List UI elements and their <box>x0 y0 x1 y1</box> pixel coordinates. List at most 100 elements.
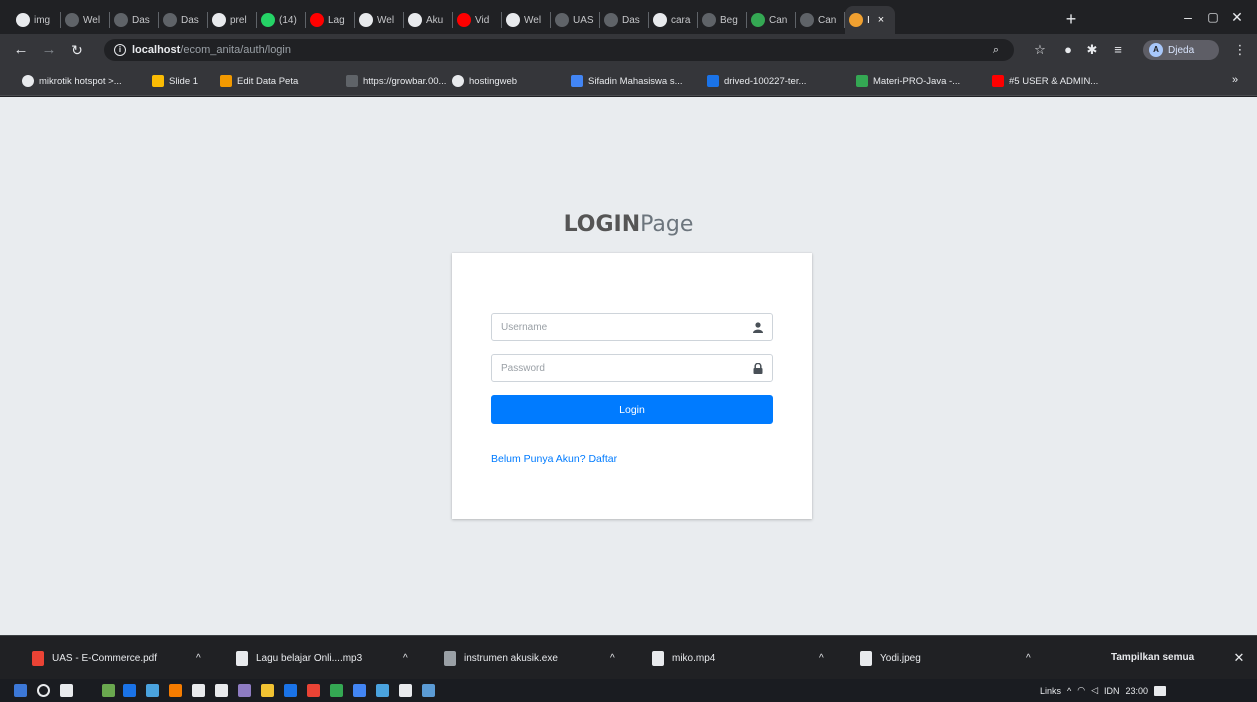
browser-tab[interactable]: prel <box>208 6 257 34</box>
taskbar-app-icon[interactable] <box>192 684 205 697</box>
volume-icon[interactable]: ◁ <box>1091 685 1098 696</box>
taskbar-app-icon[interactable] <box>261 684 274 697</box>
page-title-light: Page <box>640 212 694 237</box>
browser-tab[interactable]: Wel <box>502 6 551 34</box>
bookmark-item[interactable]: #5 USER & ADMIN... <box>992 74 1098 88</box>
forward-arrow-icon[interactable]: → <box>38 39 60 61</box>
taskbar-app-icon[interactable] <box>238 684 251 697</box>
bookmark-item[interactable]: Slide 1 <box>152 74 198 88</box>
page-content: LOGINPage Login Belum Punya Akun? Daftar <box>0 97 1257 635</box>
taskbar-app-icon[interactable] <box>169 684 182 697</box>
bookmarks-overflow-button[interactable]: » <box>1232 74 1238 86</box>
profile-button[interactable]: A Djeda <box>1143 40 1219 60</box>
zoom-icon[interactable]: ⌕ <box>986 40 1006 60</box>
download-options-chevron-icon[interactable]: ^ <box>403 645 408 671</box>
close-window-button[interactable]: ✕ <box>1217 4 1257 30</box>
browser-tab[interactable]: Lag <box>306 6 355 34</box>
new-tab-button[interactable]: + <box>1060 8 1082 30</box>
browser-tab[interactable]: Wel <box>355 6 404 34</box>
taskbar-app-icon[interactable] <box>146 684 159 697</box>
bookmark-item[interactable]: drived-100227-ter... <box>707 74 806 88</box>
download-item[interactable]: Yodi.jpeg <box>860 645 921 671</box>
taskbar-app-icon[interactable] <box>376 684 389 697</box>
download-item[interactable]: miko.mp4 <box>652 645 715 671</box>
taskbar-app-icon[interactable] <box>284 684 297 697</box>
taskbar-app-icon[interactable] <box>307 684 320 697</box>
menu-kebab-icon[interactable]: ⋮ <box>1230 40 1250 60</box>
close-tab-icon[interactable]: × <box>878 14 884 26</box>
bookmark-item[interactable]: https://growbar.00... <box>346 74 446 88</box>
taskbar-app-icon[interactable] <box>330 684 343 697</box>
site-info-icon[interactable]: i <box>114 44 126 56</box>
reading-list-icon[interactable]: ≡ <box>1108 40 1128 60</box>
taskbar-app-icon[interactable] <box>399 684 412 697</box>
bookmark-star-icon[interactable]: ☆ <box>1030 40 1050 60</box>
browser-tab[interactable]: Can <box>796 6 845 34</box>
download-options-chevron-icon[interactable]: ^ <box>819 645 824 671</box>
notification-icon[interactable] <box>1154 685 1167 696</box>
browser-tab[interactable]: Aku <box>404 6 453 34</box>
bookmark-item[interactable]: Edit Data Peta <box>220 74 298 88</box>
bookmark-item[interactable]: hostingweb <box>452 74 517 88</box>
browser-tab[interactable]: img <box>12 6 61 34</box>
language-indicator[interactable]: IDN <box>1104 686 1120 696</box>
tab-label: Can <box>818 14 837 26</box>
chevron-up-icon[interactable]: ^ <box>1067 686 1071 696</box>
taskbar-app-icon[interactable] <box>60 684 73 697</box>
password-input[interactable] <box>492 355 744 381</box>
windows-start-icon[interactable] <box>14 684 27 697</box>
wifi-icon[interactable]: ◠ <box>1077 685 1085 696</box>
browser-tab[interactable]: Das <box>600 6 649 34</box>
taskbar-app-icon[interactable] <box>353 684 366 697</box>
file-icon <box>860 650 872 666</box>
browser-tab[interactable]: Das <box>159 6 208 34</box>
download-item[interactable]: instrumen akusik.exe <box>444 645 558 671</box>
show-all-downloads-button[interactable]: Tampilkan semua <box>1111 645 1194 671</box>
bookmark-label: Slide 1 <box>169 75 199 87</box>
address-bar[interactable]: i localhost /ecom_anita/auth/login <box>104 39 1014 61</box>
download-item[interactable]: Lagu belajar Onli....mp3 <box>236 645 362 671</box>
tab-favicon-icon <box>506 13 520 27</box>
browser-tab[interactable]: Can <box>747 6 796 34</box>
download-options-chevron-icon[interactable]: ^ <box>1026 645 1031 671</box>
tab-label: Can <box>769 14 788 26</box>
page-title: LOGINPage <box>0 212 1257 237</box>
browser-toolbar: ← → ↻ i localhost /ecom_anita/auth/login… <box>0 34 1257 66</box>
bookmark-label: https://growbar.00... <box>363 75 447 87</box>
extension-icon[interactable]: ● <box>1058 40 1078 60</box>
browser-tab[interactable]: cara <box>649 6 698 34</box>
reload-icon[interactable]: ↻ <box>66 39 88 61</box>
clock[interactable]: 23:00 <box>1126 686 1149 696</box>
password-field-group <box>491 354 773 382</box>
extensions-puzzle-icon[interactable]: ✱ <box>1082 40 1102 60</box>
tab-favicon-icon <box>310 13 324 27</box>
profile-name: Djeda <box>1168 44 1195 56</box>
browser-tab[interactable]: (14) <box>257 6 306 34</box>
bookmark-item[interactable]: Sifadin Mahasiswa s... <box>571 74 683 88</box>
bookmark-favicon-icon <box>707 75 719 87</box>
bookmark-item[interactable]: mikrotik hotspot >... <box>22 74 122 88</box>
download-options-chevron-icon[interactable]: ^ <box>196 645 201 671</box>
search-icon[interactable] <box>37 684 50 697</box>
taskbar-app-icon[interactable] <box>422 684 435 697</box>
back-arrow-icon[interactable]: ← <box>10 39 32 61</box>
bookmarks-bar: mikrotik hotspot >... Slide 1 Edit Data Pe… <box>0 66 1257 96</box>
download-item[interactable]: UAS - E-Commerce.pdf <box>32 645 157 671</box>
taskbar-app-icon[interactable] <box>102 684 115 697</box>
browser-tab[interactable]: Das <box>110 6 159 34</box>
browser-tab[interactable]: Vid <box>453 6 502 34</box>
taskbar-app-icon[interactable] <box>123 684 136 697</box>
taskbar-app-icon[interactable] <box>215 684 228 697</box>
close-downloads-bar-button[interactable]: ✕ <box>1228 645 1250 671</box>
login-button[interactable]: Login <box>491 395 773 424</box>
register-link[interactable]: Belum Punya Akun? Daftar <box>491 453 617 465</box>
bookmark-item[interactable]: Materi-PRO-Java -... <box>856 74 960 88</box>
download-options-chevron-icon[interactable]: ^ <box>610 645 615 671</box>
browser-tab[interactable]: Beg <box>698 6 747 34</box>
tab-label: Das <box>181 14 199 26</box>
browser-tab[interactable]: UAS <box>551 6 600 34</box>
browser-tab[interactable]: I × <box>845 6 895 34</box>
tab-favicon-icon <box>702 13 716 27</box>
browser-tab[interactable]: Wel <box>61 6 110 34</box>
username-input[interactable] <box>492 314 744 340</box>
